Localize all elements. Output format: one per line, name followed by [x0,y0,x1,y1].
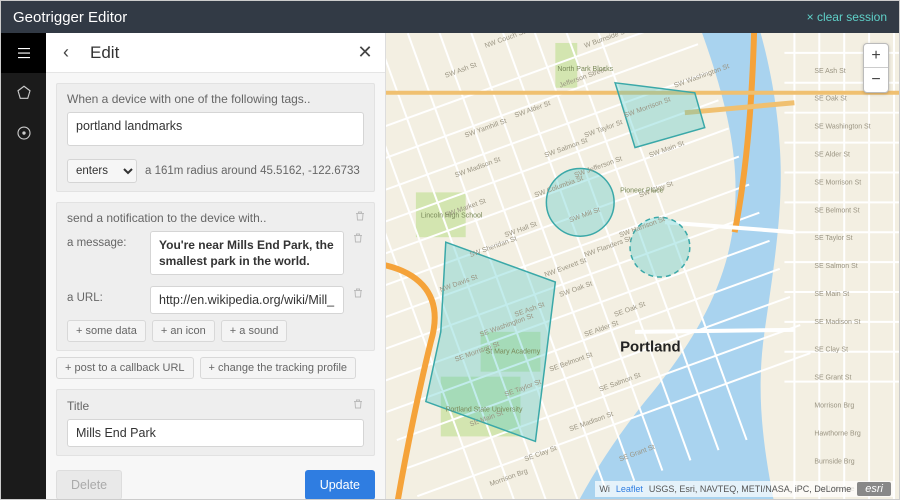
tool-rail [1,33,46,499]
app-title: Geotrigger Editor [13,9,127,26]
map-svg: Portland NW Couch StW Burnside StSW Ash … [386,33,899,499]
esri-logo: esri [857,482,891,496]
url-input[interactable] [150,286,344,314]
street-label: SE Grant St [814,375,851,382]
trash-icon [352,398,364,410]
park-label: Portland State University [446,407,523,414]
clear-session-link[interactable]: × clear session [807,10,887,24]
message-input[interactable]: You're near Mills End Park, the smallest… [150,231,344,275]
park-label: Pioneer Place [620,187,664,194]
street-label: Hawthorne Brg [814,430,861,437]
action-extras-row2: + post to a callback URL + change the tr… [56,357,375,379]
street-label: SE Taylor St [814,235,852,242]
street-label: SE Madison St [814,319,860,326]
street-label: SE Salmon St [814,263,857,270]
zoom-control: + − [863,43,889,93]
street-label: SE Oak St [613,301,646,319]
chip-callback-url[interactable]: + post to a callback URL [56,357,194,379]
street-label: SE Clay St [814,347,848,354]
trash-icon [352,232,364,244]
rail-menu-button[interactable] [1,33,46,73]
title-group: Title [56,389,375,456]
action-extras-row1: + some data + an icon + a sound [67,320,364,342]
clear-url-icon[interactable] [352,286,364,304]
action-heading: send a notification to the device with.. [67,211,364,225]
chevron-left-icon: ‹ [63,42,69,63]
trash-icon [352,287,364,299]
title-input[interactable] [67,419,364,447]
edit-panel: ‹ Edit ✕ When a device with one of the f… [46,33,386,499]
attribution-text: USGS, Esri, NAVTEQ, METI/NASA, iPC, DeLo… [649,484,851,494]
chip-a-sound[interactable]: + a sound [221,320,288,342]
clear-message-icon[interactable] [352,231,364,249]
street-label: SE Ash St [814,68,845,75]
zoom-out-button[interactable]: − [864,68,888,92]
trash-icon [354,210,366,222]
street-label: SE Clay St [524,445,558,463]
condition-select[interactable]: enters [67,159,137,183]
tags-heading: When a device with one of the following … [67,92,364,106]
panel-title: Edit [86,43,345,63]
map-canvas[interactable]: Portland NW Couch StW Burnside StSW Ash … [386,33,899,499]
clear-title-icon[interactable] [352,398,364,413]
map-attribution: Wi Leaflet USGS, Esri, NAVTEQ, METI/NASA… [595,481,895,497]
street-label: SE Oak St [814,96,847,103]
zoom-in-button[interactable]: + [864,44,888,68]
close-button[interactable]: ✕ [345,33,385,73]
street-label: NW Everett St [544,257,588,279]
topbar: Geotrigger Editor × clear session [1,1,899,33]
street-label: SW Sheridan St [469,235,518,259]
street-label: NW Flanders St [584,236,633,259]
chip-tracking-profile[interactable]: + change the tracking profile [200,357,357,379]
park-label: St Mary Academy [486,349,541,356]
street-label: Burnside Brg [814,458,854,465]
city-label: Portland [620,339,681,356]
chip-some-data[interactable]: + some data [67,320,146,342]
action-group: send a notification to the device with..… [56,202,375,351]
rail-radius-tool[interactable] [1,113,46,153]
street-label: SE Main St [814,291,849,298]
street-label: Morrison Brg [814,403,854,410]
panel-footer: Delete Update [56,470,375,499]
polygon-icon [15,84,33,102]
message-label: a message: [67,231,142,249]
delete-action-icon[interactable] [354,209,366,227]
back-button[interactable]: ‹ [46,33,86,73]
condition-description: a 161m radius around 45.5162, -122.6733 [145,165,360,177]
title-heading: Title [67,399,89,413]
tags-input[interactable]: portland landmarks [67,112,364,146]
rail-polygon-tool[interactable] [1,73,46,113]
target-icon [15,124,33,142]
update-button[interactable]: Update [305,470,375,499]
street-label: SE Morrison St [814,179,861,186]
street-label: SW Madison St [454,156,502,179]
street-label: SE Alder St [814,152,850,159]
street-label: SE Belmont St [814,207,859,214]
street-label: NW Couch St [484,33,526,50]
delete-button[interactable]: Delete [56,470,122,499]
park-label: North Park Blocks [557,66,613,73]
chip-an-icon[interactable]: + an icon [152,320,215,342]
park-label: Lincoln High School [421,212,483,219]
street-label: SW Main St [648,140,685,159]
menu-icon [15,44,33,62]
url-label: a URL: [67,286,142,304]
tags-group: When a device with one of the following … [56,83,375,192]
street-label: SE Washington St [814,124,870,131]
leaflet-link[interactable]: Leaflet [616,484,643,494]
street-label: SE Madison St [569,411,615,433]
panel-header: ‹ Edit ✕ [46,33,385,73]
street-label: SW Ash St [444,62,478,80]
close-icon: ✕ [357,42,372,63]
